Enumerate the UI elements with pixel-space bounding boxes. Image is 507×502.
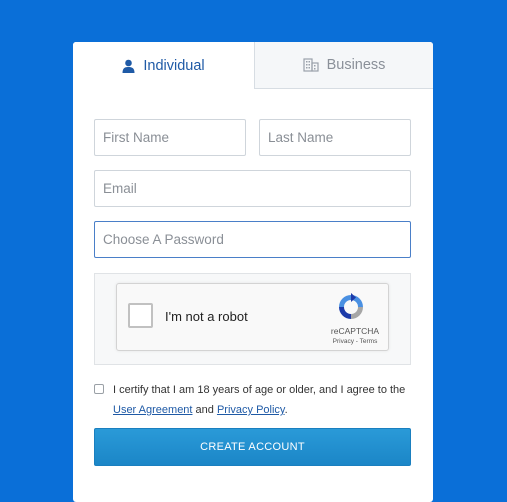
user-agreement-link[interactable]: User Agreement [113,404,192,416]
password-input[interactable] [94,221,411,258]
recaptcha-checkbox[interactable] [128,303,153,328]
email-input[interactable] [94,170,411,207]
recaptcha-brand: reCAPTCHA [330,326,380,336]
recaptcha-privacy-link[interactable]: Privacy [333,338,354,345]
age-certify-checkbox[interactable] [94,384,104,394]
first-name-input[interactable] [94,119,246,156]
recaptcha-terms-link[interactable]: Terms [360,338,378,345]
signup-card: Individual Business First Name Last Name… [73,42,433,502]
recaptcha-label: I'm not a robot [165,309,248,324]
certify-row: I certify that I am 18 years of age or o… [94,380,414,420]
building-icon [302,58,319,72]
privacy-policy-link[interactable]: Privacy Policy [217,404,285,416]
create-account-button[interactable]: CREATE ACCOUNT [94,428,411,466]
tab-individual-label: Individual [143,57,205,74]
recaptcha-widget: I'm not a robot reCAPTCHA Privacy - Term… [116,283,389,351]
certify-period: . [284,404,288,416]
certify-and: and [192,404,217,416]
tab-business[interactable]: Business [254,42,433,89]
account-type-tabs: Individual Business [73,42,433,89]
recaptcha-logo-icon [336,292,366,327]
tab-business-label: Business [326,57,386,73]
tab-individual[interactable]: Individual [73,42,254,89]
user-icon [122,59,135,73]
last-name-input[interactable] [259,119,411,156]
certify-text: I certify that I am 18 years of age or o… [94,380,414,420]
recaptcha-links: Privacy - Terms [325,338,385,345]
certify-statement: I certify that I am 18 years of age or o… [113,384,406,396]
captcha-container: I'm not a robot reCAPTCHA Privacy - Term… [94,273,411,365]
